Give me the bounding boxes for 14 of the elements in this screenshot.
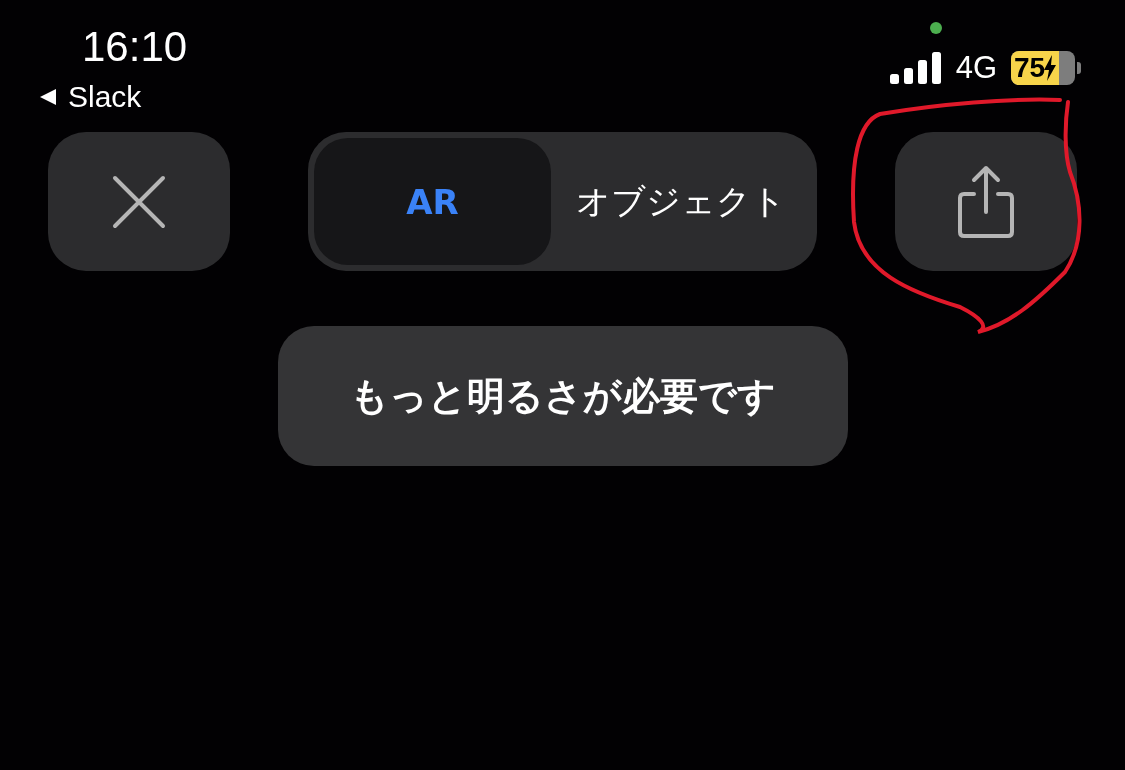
back-link[interactable]: Slack — [68, 80, 142, 114]
signal-icon — [889, 52, 942, 84]
battery-percent: 75 — [1014, 52, 1046, 84]
clock-time: 16:10 — [82, 22, 188, 72]
mode-tab[interactable]: オブジェクト — [551, 138, 811, 265]
share-icon — [956, 163, 1016, 240]
close-icon — [112, 174, 166, 229]
close-button[interactable] — [48, 132, 230, 271]
back-triangle-icon[interactable] — [38, 87, 58, 107]
network-type: 4G — [955, 50, 997, 86]
toast-message: もっと明るさが必要です — [277, 326, 848, 466]
share-button[interactable] — [895, 132, 1077, 271]
privacy-indicator-icon — [929, 22, 942, 34]
mode-tab[interactable]: AR — [314, 138, 551, 265]
